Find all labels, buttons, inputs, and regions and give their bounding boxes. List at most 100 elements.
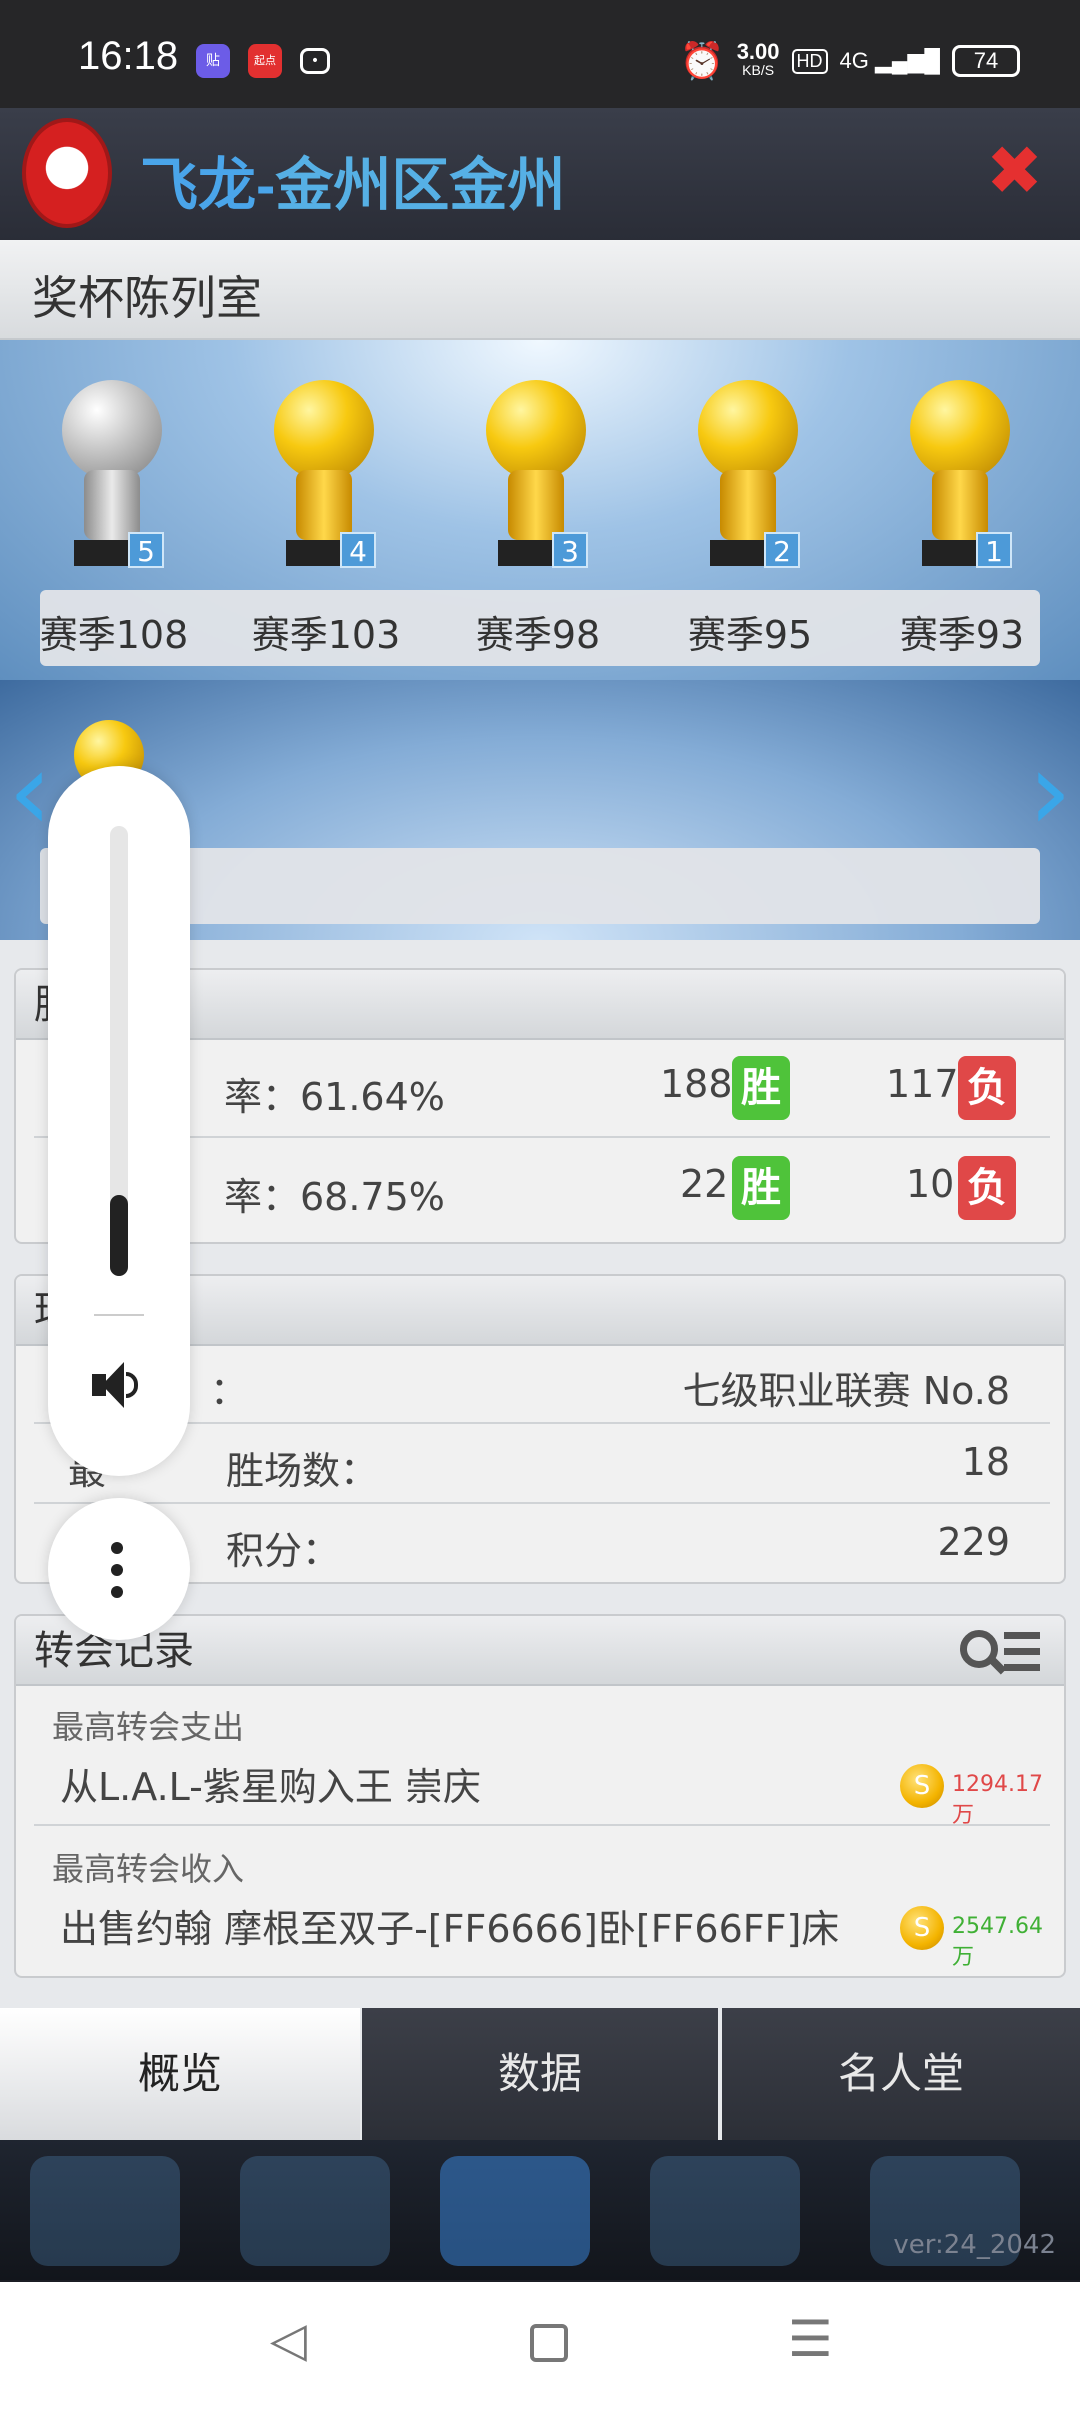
nav-item-icon[interactable] [30, 2156, 180, 2266]
speaker-icon[interactable] [92, 1360, 142, 1410]
transfer-card: 转会记录 最高转会支出 从L.A.L-紫星购入王 崇庆 S 1294.17万 最… [14, 1614, 1066, 1978]
max-points-value: 229 [937, 1520, 1010, 1564]
volume-panel [48, 766, 190, 1476]
chevron-left-icon[interactable]: ‹ [8, 736, 52, 846]
tv-app-icon: • [300, 48, 330, 74]
search-list-icon[interactable] [960, 1626, 1040, 1680]
spend-label: 最高转会支出 [52, 1708, 245, 1746]
win-rate-text: 率：61.64% [224, 1075, 445, 1119]
status-time: 16:18 [78, 34, 179, 78]
divider [94, 1314, 144, 1316]
trophy-body-icon [720, 470, 776, 540]
tab-overview[interactable]: 概览 [0, 2008, 360, 2140]
chevron-right-icon[interactable]: › [1028, 736, 1072, 846]
trophy-label: 赛季108 [39, 613, 189, 657]
status-bar: 16:18 贴 起点 • ⏰ 3.00 KB/S HD 4G ▂▄▆█ 74 [0, 0, 1080, 108]
trophy-body-icon [296, 470, 352, 540]
trophy-room-title: 奖杯陈列室 [32, 271, 262, 325]
network-type: 4G [839, 48, 869, 73]
trophy-body-icon [84, 470, 140, 540]
trophy-item[interactable]: 3 [484, 380, 588, 580]
max-wins-value: 18 [961, 1440, 1010, 1484]
volume-level [110, 1195, 128, 1276]
coin-icon: S [900, 1764, 944, 1808]
trophy-count: 5 [128, 532, 164, 568]
system-nav-bar: ◁ ☰ [0, 2282, 1080, 2412]
trophy-label: 赛季98 [475, 613, 601, 657]
trophy-ball-icon [910, 380, 1010, 480]
losses-count: 117 [886, 1062, 959, 1106]
trophy-count: 2 [764, 532, 800, 568]
tab-bar: 概览 数据 名人堂 [0, 2008, 1080, 2140]
tab-data[interactable]: 数据 [362, 2008, 718, 2140]
trophy-count: 1 [976, 532, 1012, 568]
nav-item-icon[interactable] [650, 2156, 800, 2266]
speed-value: 3.00 [736, 39, 780, 64]
trophy-label: 赛季93 [899, 613, 1025, 657]
trophy-item[interactable]: 5 [60, 380, 164, 580]
win-rate-text: 率：68.75% [224, 1175, 445, 1219]
win-badge: 胜 [732, 1056, 790, 1120]
trophy-room-header: 奖杯陈列室 [0, 240, 1080, 340]
more-icon [111, 1542, 123, 1554]
title-prefix: 飞龙- [140, 153, 276, 218]
income-amount: 2547.64万 [952, 1914, 1043, 1970]
loss-badge: 负 [958, 1156, 1016, 1220]
trophy-count: 4 [340, 532, 376, 568]
league-value: 七级职业联赛 No.8 [682, 1369, 1010, 1413]
nav-item-icon[interactable] [440, 2156, 590, 2266]
wins-count: 188 [660, 1062, 733, 1106]
qidian-app-icon: 起点 [248, 44, 282, 78]
trophy-ball-icon [698, 380, 798, 480]
trophy-ball-icon [274, 380, 374, 480]
trophy-count: 3 [552, 532, 588, 568]
tieba-app-icon: 贴 [196, 44, 230, 78]
hd-icon: HD [791, 48, 828, 74]
tab-hall-of-fame[interactable]: 名人堂 [722, 2008, 1080, 2140]
income-text: 出售约翰 摩根至双子-[FF6666]卧[FF66FF]床 [60, 1907, 840, 1951]
home-icon[interactable] [530, 2324, 568, 2362]
team-logo [22, 118, 112, 228]
trophy-label: 赛季103 [251, 613, 401, 657]
nav-item-icon[interactable] [240, 2156, 390, 2266]
spend-text: 从L.A.L-紫星购入王 崇庆 [60, 1765, 481, 1809]
title-rest: 金州区金州 [275, 153, 566, 218]
trophy-item[interactable]: 2 [696, 380, 800, 580]
honor-label: 积分： [226, 1529, 341, 1573]
battery-indicator: 74 [952, 45, 1020, 77]
transfer-row: 最高转会支出 从L.A.L-紫星购入王 崇庆 S 1294.17万 [34, 1686, 1050, 1828]
trophy-item[interactable]: 4 [272, 380, 376, 580]
coin-icon: S [900, 1906, 944, 1950]
game-bottom-nav: ver:24_2042 [0, 2140, 1080, 2280]
speed-unit: KB/S [742, 62, 775, 78]
title-bar: 飞龙-金州区金州 ✖ [0, 108, 1080, 240]
losses-count: 10 [906, 1162, 955, 1206]
honor-label: ： [210, 1369, 249, 1413]
trophy-ball-icon [486, 380, 586, 480]
honor-label: 胜场数： [226, 1449, 379, 1493]
trophy-ball-icon [62, 380, 162, 480]
alarm-icon: ⏰ [679, 40, 725, 81]
trophy-body-icon [508, 470, 564, 540]
carousel-label-bar [40, 848, 1040, 924]
menu-icon[interactable]: ☰ [788, 2310, 833, 2368]
team-title: 飞龙-金州区金州 [140, 138, 565, 222]
more-options-button[interactable] [48, 1498, 190, 1640]
network-speed: 3.00 KB/S [736, 39, 780, 79]
loss-badge: 负 [958, 1056, 1016, 1120]
status-indicators: ⏰ 3.00 KB/S HD 4G ▂▄▆█ 74 [680, 40, 1020, 82]
win-badge: 胜 [732, 1156, 790, 1220]
honor-row: 最 胜场数： 18 [34, 1426, 1050, 1504]
back-icon[interactable]: ◁ [270, 2312, 307, 2368]
signal-icon: 4G ▂▄▆█ [839, 48, 940, 73]
transfer-row: 最高转会收入 出售约翰 摩根至双子-[FF6666]卧[FF66FF]床 S 2… [34, 1828, 1050, 1970]
income-label: 最高转会收入 [52, 1850, 245, 1888]
spend-amount: 1294.17万 [952, 1772, 1043, 1828]
trophy-item[interactable]: 1 [908, 380, 1012, 580]
trophy-label: 赛季95 [687, 613, 813, 657]
transfer-header: 转会记录 [16, 1616, 1064, 1686]
wins-count: 22 [680, 1162, 729, 1206]
close-icon[interactable]: ✖ [986, 138, 1046, 206]
trophy-body-icon [932, 470, 988, 540]
version-label: ver:24_2042 [893, 2230, 1056, 2260]
